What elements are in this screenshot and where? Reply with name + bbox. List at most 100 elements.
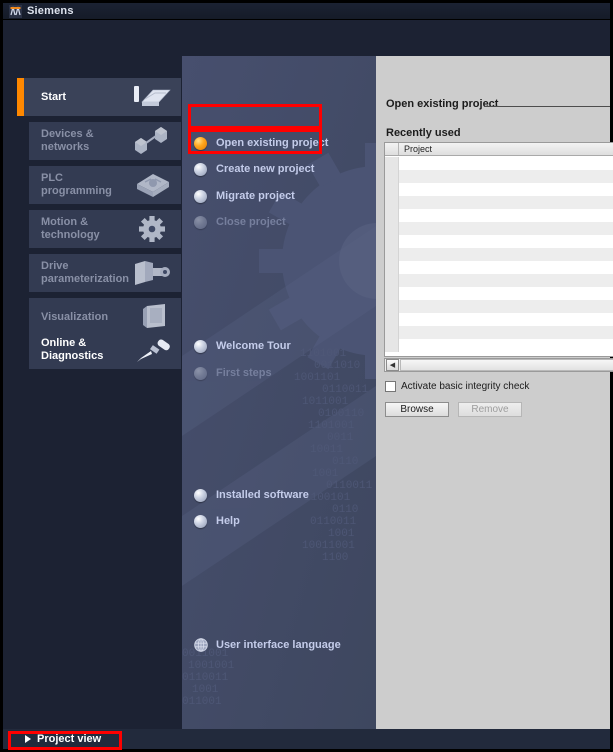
tia-portal-icon <box>9 4 22 18</box>
horizontal-scrollbar[interactable]: ◀ <box>384 358 613 372</box>
menu-item-welcome-tour[interactable]: Welcome Tour <box>194 337 374 355</box>
menu-item-first-steps: First steps <box>194 364 374 382</box>
sidebar-item-motion-technology[interactable]: Motion & technology <box>29 210 181 248</box>
menu-item-close-project: Close project <box>194 213 374 231</box>
recently-used-label: Recently used <box>386 127 461 139</box>
menu-item-user-interface-language[interactable]: User interface language <box>194 636 374 654</box>
bullet-icon <box>194 136 207 150</box>
svg-text:011001: 011001 <box>182 696 222 708</box>
menu-item-label: Close project <box>216 216 286 228</box>
row-gutter <box>385 326 399 339</box>
menu-item-create-new-project[interactable]: Create new project <box>194 160 374 178</box>
table-row[interactable] <box>385 235 613 248</box>
menu-item-label: Open existing project <box>216 137 329 149</box>
plc-programming-icon <box>131 170 173 200</box>
row-gutter <box>385 157 399 170</box>
browse-button[interactable]: Browse <box>385 402 449 417</box>
bullet-icon <box>194 162 207 176</box>
svg-text:0110011: 0110011 <box>322 384 369 396</box>
bullet-icon <box>194 488 207 502</box>
remove-button: Remove <box>458 402 522 417</box>
table-row[interactable] <box>385 209 613 222</box>
sidebar-item-start[interactable]: Start <box>17 78 181 116</box>
scrollbar-track[interactable] <box>400 359 613 371</box>
svg-text:1001: 1001 <box>192 684 219 696</box>
svg-text:1001001: 1001001 <box>188 660 235 672</box>
svg-text:1001: 1001 <box>312 468 339 480</box>
table-row[interactable] <box>385 222 613 235</box>
start-stack-icon <box>131 82 173 112</box>
panel-title: Open existing project <box>386 98 499 110</box>
sidebar-item-label: Motion & technology <box>41 216 100 241</box>
menu-item-label: Welcome Tour <box>216 340 291 352</box>
svg-text:1100: 1100 <box>322 552 348 564</box>
table-body[interactable] <box>385 157 613 356</box>
recently-used-table[interactable]: Project <box>384 142 613 357</box>
svg-text:1101001: 1101001 <box>308 420 355 432</box>
sidebar-item-online-diagnostics[interactable]: Online & Diagnostics <box>29 331 181 369</box>
center-menu-panel: 1101001 0011010 1001101 0110011 1011001 … <box>182 56 376 729</box>
row-gutter <box>385 339 399 352</box>
table-row[interactable] <box>385 313 613 326</box>
project-view-button[interactable]: Project view <box>25 733 101 745</box>
table-row[interactable] <box>385 183 613 196</box>
sidebar-item-label: Online & Diagnostics <box>41 337 104 362</box>
sidebar-item-label: Devices & networks <box>41 128 94 153</box>
sidebar-item-label: Visualization <box>41 310 109 323</box>
row-gutter <box>385 222 399 235</box>
bullet-icon <box>194 339 207 353</box>
triangle-right-icon <box>25 735 31 743</box>
table-row[interactable] <box>385 248 613 261</box>
menu-item-help[interactable]: Help <box>194 512 374 530</box>
sidebar-item-label: Drive parameterization <box>41 260 130 285</box>
scroll-left-arrow-icon[interactable]: ◀ <box>386 359 399 371</box>
row-gutter <box>385 261 399 274</box>
title-bar: Siemens <box>3 3 610 20</box>
drive-motor-icon <box>131 258 173 288</box>
table-row[interactable] <box>385 287 613 300</box>
row-gutter <box>385 300 399 313</box>
project-view-label: Project view <box>37 733 102 745</box>
activate-integrity-check-checkbox[interactable] <box>385 381 396 392</box>
devices-networks-icon <box>131 126 173 156</box>
left-sidebar: Start Devices & networks PLC programming… <box>3 20 182 729</box>
menu-item-label: Create new project <box>216 163 315 175</box>
table-row[interactable] <box>385 326 613 339</box>
menu-item-label: Help <box>216 515 240 527</box>
menu-item-open-existing-project[interactable]: Open existing project <box>194 134 374 152</box>
svg-text:10011001: 10011001 <box>302 540 355 552</box>
svg-text:0100110: 0100110 <box>318 408 364 420</box>
row-gutter <box>385 287 399 300</box>
table-row[interactable] <box>385 274 613 287</box>
background-artwork: 1101001 0011010 1001101 0110011 1011001 … <box>182 56 376 729</box>
row-gutter <box>385 313 399 326</box>
table-row[interactable] <box>385 339 613 352</box>
svg-text:0011: 0011 <box>327 432 354 444</box>
table-row[interactable] <box>385 196 613 209</box>
activate-integrity-check-row[interactable]: Activate basic integrity check <box>385 381 529 392</box>
screwdriver-icon <box>131 335 173 365</box>
table-row[interactable] <box>385 170 613 183</box>
row-gutter <box>385 170 399 183</box>
menu-item-installed-software[interactable]: Installed software <box>194 486 374 504</box>
sidebar-item-plc-programming[interactable]: PLC programming <box>29 166 181 204</box>
menu-item-migrate-project[interactable]: Migrate project <box>194 187 374 205</box>
table-row[interactable] <box>385 157 613 170</box>
menu-item-label: Migrate project <box>216 190 295 202</box>
sidebar-item-drive-parameterization[interactable]: Drive parameterization <box>29 254 181 292</box>
sidebar-item-label: PLC programming <box>41 172 112 197</box>
svg-text:0110011: 0110011 <box>182 672 229 684</box>
svg-text:1011001: 1011001 <box>302 396 349 408</box>
sidebar-item-devices-networks[interactable]: Devices & networks <box>29 122 181 160</box>
menu-item-label: Installed software <box>216 489 309 501</box>
bullet-icon <box>194 189 207 203</box>
svg-text:10011: 10011 <box>310 444 343 456</box>
table-row[interactable] <box>385 300 613 313</box>
gear-icon <box>131 214 173 244</box>
bullet-icon <box>194 366 207 380</box>
table-row[interactable] <box>385 261 613 274</box>
row-gutter <box>385 235 399 248</box>
table-header-row: Project <box>385 143 613 156</box>
active-accent-bar <box>17 78 24 116</box>
menu-item-label: First steps <box>216 367 272 379</box>
